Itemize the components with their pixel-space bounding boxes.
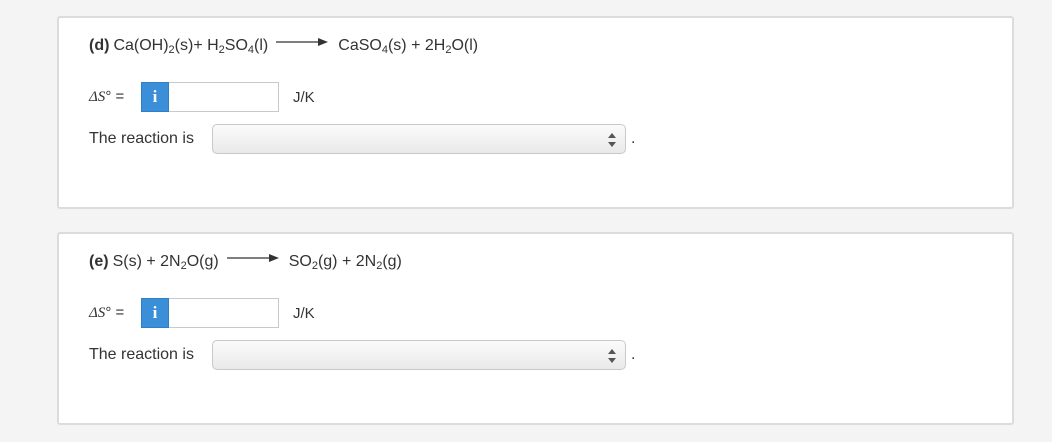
equation-d: (d) Ca(OH)2(s) + H2SO 4(l) CaSO4(s) + 2H…	[89, 37, 479, 56]
part-label: (e)	[89, 253, 109, 270]
reaction-label: The reaction is	[89, 130, 194, 147]
reaction-arrow-icon	[226, 253, 279, 263]
question-card-d: (d) Ca(OH)2(s) + H2SO 4(l) CaSO4(s) + 2H…	[57, 16, 1014, 209]
product-term: 2(g)	[376, 253, 402, 272]
question-card-e: (e) S(s) + 2N2O(g) SO2(g) + 2N 2(g) ΔS° …	[57, 232, 1014, 425]
reaction-label: The reaction is	[89, 346, 194, 363]
product-term: CaSO4(s) + 2H	[338, 37, 446, 56]
reactant-term: S(s) + 2N2O(g)	[112, 253, 219, 272]
entropy-label: ΔS° =	[89, 88, 125, 105]
product-term: SO2(g) + 2N	[288, 253, 377, 272]
entropy-input-d[interactable]	[169, 82, 279, 112]
part-label: (d)	[89, 37, 110, 54]
entropy-label: ΔS° =	[89, 304, 125, 321]
reactant-term: Ca(OH)2(s)	[113, 37, 194, 56]
reaction-select-e[interactable]	[212, 340, 626, 370]
period: .	[631, 346, 636, 363]
entropy-row-e: ΔS° = i J/K	[89, 298, 315, 328]
entropy-input-e[interactable]	[169, 298, 279, 328]
product-term: 2O(l)	[445, 37, 479, 56]
info-icon[interactable]: i	[141, 298, 169, 328]
equation-e: (e) S(s) + 2N2O(g) SO2(g) + 2N 2(g)	[89, 253, 402, 272]
unit-label: J/K	[293, 88, 315, 106]
period: .	[631, 130, 636, 147]
info-icon[interactable]: i	[141, 82, 169, 112]
select-arrows-icon	[607, 348, 617, 364]
entropy-row-d: ΔS° = i J/K	[89, 82, 315, 112]
reactant-term: + H2SO	[193, 37, 248, 56]
select-arrows-icon	[607, 132, 617, 148]
unit-label: J/K	[293, 304, 315, 322]
reaction-row-e: The reaction is .	[89, 340, 635, 370]
reactant-term: 4(l)	[247, 37, 269, 56]
reaction-arrow-icon	[276, 37, 329, 47]
reaction-select-d[interactable]	[212, 124, 626, 154]
reaction-row-d: The reaction is .	[89, 124, 635, 154]
